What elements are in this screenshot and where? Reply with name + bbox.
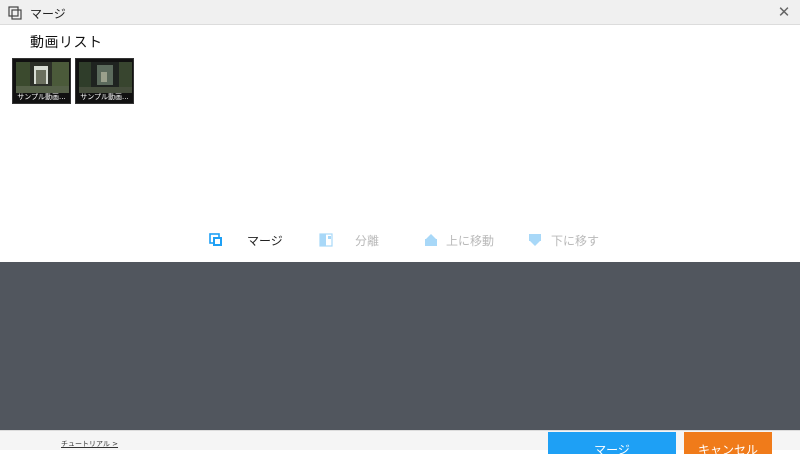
video-thumbnail-image — [79, 62, 132, 93]
merge-tool-label: マージ — [247, 233, 283, 248]
video-thumbnail-image — [16, 62, 69, 93]
title-bar: マージ ✕ — [0, 0, 800, 25]
video-thumbnail[interactable]: サンプル動画... — [75, 58, 134, 104]
merge-tool[interactable]: マージ — [209, 230, 283, 250]
video-thumbnail-caption: サンプル動画... — [17, 93, 66, 101]
split-tool[interactable]: 分離 — [319, 230, 379, 250]
video-thumbnail[interactable]: サンプル動画... — [12, 58, 71, 104]
move-down-icon — [529, 234, 541, 246]
cancel-button[interactable]: キャンセル — [684, 432, 772, 454]
cancel-button-label: キャンセル — [697, 443, 758, 454]
close-button[interactable]: ✕ — [774, 2, 794, 22]
video-thumbnail-caption: サンプル動画... — [80, 93, 129, 101]
preview-area — [0, 262, 800, 430]
move-down-tool-label: 下に移す — [551, 233, 600, 248]
merge-icon — [209, 233, 222, 246]
tutorial-link[interactable]: チュートリアル > — [61, 439, 118, 449]
close-icon: ✕ — [777, 3, 791, 21]
merge-icon — [8, 6, 22, 20]
move-up-icon — [425, 234, 437, 246]
merge-button-label: マージ — [594, 443, 630, 454]
merge-button[interactable]: マージ — [548, 432, 676, 454]
edit-toolbar: マージ 分離 上に移動 下に移す — [0, 230, 800, 250]
split-tool-label: 分離 — [355, 233, 380, 248]
window-title: マージ — [30, 7, 66, 21]
move-up-tool-label: 上に移動 — [446, 233, 495, 248]
move-down-tool[interactable]: 下に移す — [528, 230, 599, 250]
video-thumbnail-list: サンプル動画... サンプル動画... — [12, 58, 134, 104]
split-icon — [319, 233, 333, 247]
footer-bar: チュートリアル > マージ キャンセル — [0, 430, 800, 454]
move-up-tool[interactable]: 上に移動 — [424, 230, 494, 250]
video-list-title: 動画リスト — [30, 35, 103, 51]
